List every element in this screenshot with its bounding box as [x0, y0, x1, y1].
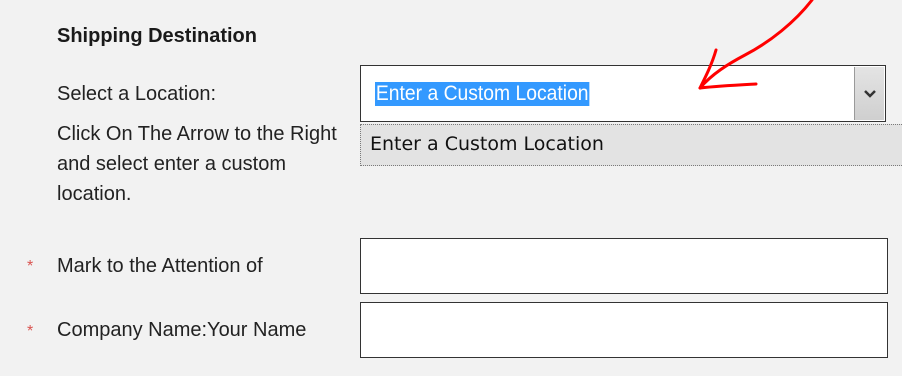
shipping-destination-panel: Shipping Destination Select a Location: …: [0, 0, 902, 376]
hand-drawn-arrow-icon: [698, 0, 814, 90]
